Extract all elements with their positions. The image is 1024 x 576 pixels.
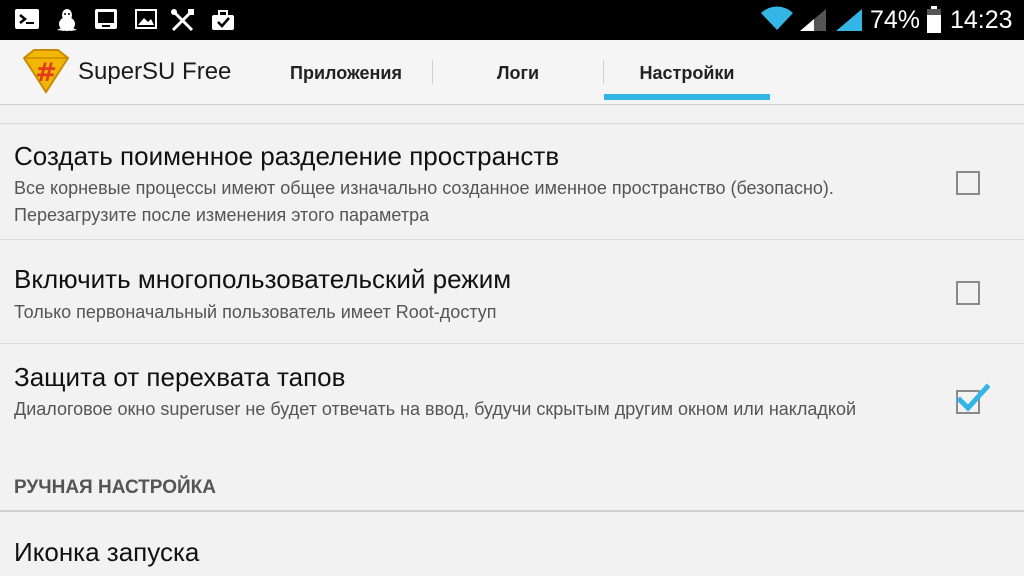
- divider: [0, 123, 1024, 124]
- signal-icon: [834, 7, 864, 37]
- tab-label: Настройки: [639, 63, 735, 83]
- terminal-icon: [14, 8, 40, 34]
- pref-title: Включить многопользовательский режим: [14, 264, 512, 294]
- pref-title: Создать поименное разделение пространств: [14, 141, 560, 171]
- app-title: SuperSU Free: [78, 58, 232, 85]
- pref-launcher-icon[interactable]: Иконка запуска: [0, 515, 1024, 576]
- tab-label: Приложения: [290, 63, 402, 83]
- tab-apps[interactable]: Приложения: [260, 40, 432, 104]
- pref-title: Защита от перехвата тапов: [14, 362, 346, 392]
- supersu-logo-icon: #: [20, 48, 72, 98]
- battery-percent: 74%: [870, 6, 921, 34]
- section-header-manual-setup: РУЧНАЯ НАСТРОЙКА: [14, 477, 216, 498]
- section-divider: [0, 510, 1024, 512]
- action-bar: # SuperSU Free Приложения Логи Настройки: [0, 40, 1024, 105]
- tools-icon: [170, 8, 196, 36]
- status-bar: 74% 14:23: [0, 0, 1024, 40]
- pref-mount-namespace-separation[interactable]: Создать поименное разделение пространств…: [0, 127, 1024, 235]
- pref-summary: Все корневые процессы имеют общее изнача…: [14, 178, 834, 225]
- checkbox-mount-namespace[interactable]: [956, 171, 980, 195]
- checkbox-multiuser[interactable]: [956, 281, 980, 305]
- tab-label: Логи: [496, 63, 540, 83]
- settings-list[interactable]: Создать поименное разделение пространств…: [0, 105, 1024, 576]
- image-icon: [134, 8, 158, 34]
- signal-icon: [798, 7, 828, 37]
- pref-multiuser-mode[interactable]: Включить многопользовательский режим Тол…: [0, 240, 1024, 340]
- linux-tux-icon: [54, 8, 80, 36]
- pref-summary: Диалоговое окно superuser не будет отвеч…: [14, 399, 857, 419]
- pref-title: Иконка запуска: [14, 537, 200, 567]
- pref-summary: Только первоначальный пользователь имеет…: [14, 302, 497, 322]
- clock: 14:23: [950, 6, 1013, 34]
- wifi-icon: [760, 6, 794, 36]
- svg-text:#: #: [35, 58, 57, 88]
- screen-icon: [94, 8, 118, 34]
- selected-tab-indicator: [604, 94, 770, 100]
- pref-tapjacking-protection[interactable]: Защита от перехвата тапов Диалоговое окн…: [0, 344, 1024, 454]
- briefcase-icon: [210, 8, 236, 36]
- tab-logs[interactable]: Логи: [433, 40, 603, 104]
- checkbox-tapjacking[interactable]: [956, 383, 991, 414]
- battery-icon: [926, 6, 942, 38]
- checkmark-icon: [956, 383, 991, 417]
